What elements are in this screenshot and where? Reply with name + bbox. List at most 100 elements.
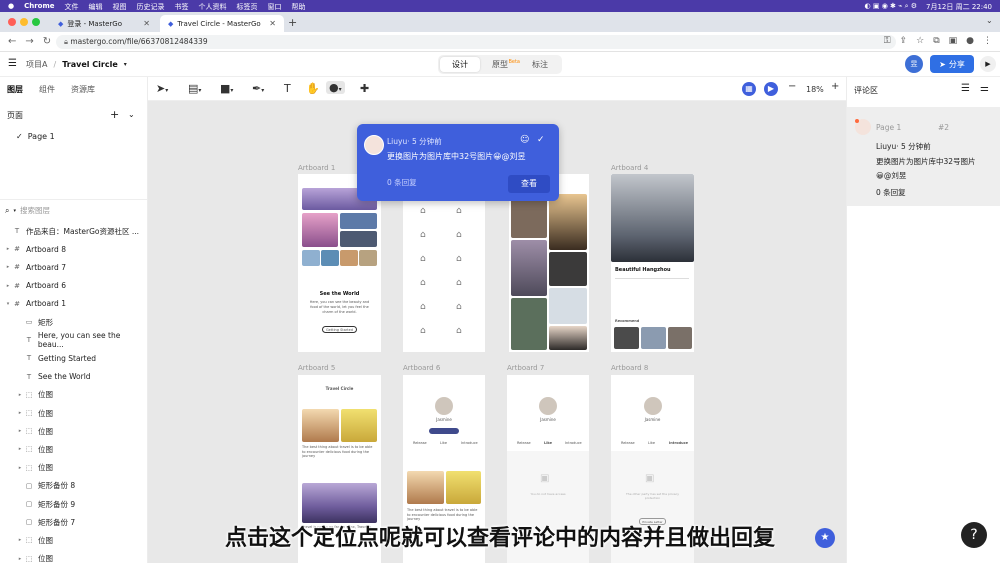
layer-row[interactable]: T 作品来自：MasterGo资源社区 ...: [0, 222, 148, 240]
artboard-label[interactable]: Artboard 6: [403, 364, 440, 372]
artboard-label[interactable]: Artboard 5: [298, 364, 335, 372]
search-input[interactable]: 搜索图层: [20, 205, 50, 216]
settings-sliders-icon[interactable]: ⚌: [980, 83, 989, 94]
zoom-level[interactable]: 18%: [806, 85, 824, 94]
menu-tabs[interactable]: 标签页: [237, 2, 258, 12]
layer-caret-icon[interactable]: ▸: [4, 283, 12, 289]
resolve-check-icon[interactable]: ✓: [537, 135, 545, 145]
apple-icon[interactable]: ●: [8, 2, 14, 12]
layer-row[interactable]: ▸ ⬚ 位图: [0, 404, 148, 422]
layer-row[interactable]: ▸ ⬚ 位图: [0, 440, 148, 458]
minimize-window-icon[interactable]: [20, 18, 28, 26]
profile-icon[interactable]: ●: [966, 36, 974, 46]
layer-row[interactable]: ▸ ⬚ 位图: [0, 459, 148, 477]
present-icon[interactable]: ▶: [764, 82, 778, 96]
share-page-icon[interactable]: ⇪: [900, 36, 908, 46]
comment-card[interactable]: Page 1 #2 Liuyu · 5 分钟前 更换图片为图片库中32号图片 😀@…: [847, 107, 1000, 206]
tab-components[interactable]: 组件: [39, 84, 55, 95]
layer-caret-icon[interactable]: ▸: [4, 246, 12, 252]
share-button[interactable]: ➤ 分享: [930, 55, 974, 73]
menu-view[interactable]: 视图: [113, 2, 127, 12]
layer-row[interactable]: ▸ # Artboard 6: [0, 277, 148, 295]
emoji-reaction-icon[interactable]: ☺: [520, 135, 529, 145]
zoom-in-icon[interactable]: +: [831, 81, 839, 92]
layer-row[interactable]: ▸ ⬚ 位图: [0, 386, 148, 404]
page-item[interactable]: ✓ Page 1: [16, 132, 55, 141]
mode-prototype[interactable]: 原型 Beta: [480, 57, 520, 72]
breadcrumb-project[interactable]: 项目A: [26, 59, 47, 70]
zoom-out-icon[interactable]: −: [788, 81, 796, 92]
bookmark-star-icon[interactable]: ☆: [916, 36, 924, 46]
layer-search[interactable]: ⌕ ▾ 搜索图层: [5, 205, 50, 216]
avatar[interactable]: 昱: [905, 55, 923, 73]
layer-row[interactable]: ▸ ⬚ 位图: [0, 422, 148, 440]
new-tab-icon[interactable]: +: [288, 16, 297, 29]
menu-file[interactable]: 文件: [65, 2, 79, 12]
layer-caret-icon[interactable]: ▸: [16, 446, 24, 452]
collapse-pages-icon[interactable]: ⌄: [128, 110, 135, 119]
tab-search-icon[interactable]: ⌄: [986, 16, 993, 25]
grid-icon[interactable]: ▦: [742, 82, 756, 96]
menu-profile[interactable]: 个人资料: [199, 2, 227, 12]
main-menu-icon[interactable]: ☰: [8, 58, 17, 69]
artboard-label[interactable]: Artboard 4: [611, 164, 648, 172]
extensions-icon[interactable]: ⧉: [933, 36, 939, 46]
artboard-4[interactable]: Beautiful Hangzhou Recommend: [611, 174, 694, 352]
play-icon[interactable]: ▶: [980, 56, 996, 72]
layer-caret-icon[interactable]: ▸: [16, 410, 24, 416]
menu-help[interactable]: 帮助: [292, 2, 306, 12]
close-tab-icon[interactable]: ✕: [269, 19, 276, 28]
shape-tool-icon[interactable]: ■▾: [220, 82, 233, 95]
mode-annotate[interactable]: 标注: [520, 57, 560, 72]
menu-history[interactable]: 历史记录: [137, 2, 165, 12]
layer-caret-icon[interactable]: ▸: [16, 556, 24, 562]
menu-window[interactable]: 窗口: [268, 2, 282, 12]
layer-caret-icon[interactable]: ▸: [4, 264, 12, 270]
chevron-down-icon[interactable]: ▾: [124, 61, 127, 68]
move-tool-icon[interactable]: ➤▾: [156, 82, 168, 95]
layer-caret-icon[interactable]: ▾: [4, 301, 12, 307]
url-field[interactable]: 🔒︎ mastergo.com/file/66370812484339: [56, 35, 896, 49]
hand-tool-icon[interactable]: ✋: [306, 82, 320, 95]
artboard-label[interactable]: Artboard 1: [298, 164, 335, 172]
forward-icon[interactable]: →: [25, 36, 33, 47]
layer-row[interactable]: T Here, you can see the beau...: [0, 331, 148, 349]
key-icon[interactable]: ⚿: [884, 36, 891, 46]
menu-chrome[interactable]: Chrome: [24, 2, 54, 12]
reload-icon[interactable]: ↻: [43, 36, 51, 47]
tab-library[interactable]: 资源库: [71, 84, 95, 95]
layer-caret-icon[interactable]: ▸: [16, 465, 24, 471]
layer-row[interactable]: T See the World: [0, 368, 148, 386]
comment-tool-icon[interactable]: ●▾: [326, 81, 345, 94]
back-icon[interactable]: ←: [8, 36, 16, 47]
close-window-icon[interactable]: [8, 18, 16, 26]
list-filter-icon[interactable]: ☰: [961, 83, 970, 94]
layer-row[interactable]: ▸ ⬚ 位图: [0, 550, 148, 568]
tab-layers[interactable]: 图层: [7, 84, 23, 95]
frame-tool-icon[interactable]: ▤▾: [188, 82, 201, 95]
layer-row[interactable]: ▸ # Artboard 8: [0, 240, 148, 258]
layer-row[interactable]: ▾ # Artboard 1: [0, 295, 148, 313]
pen-tool-icon[interactable]: ✒▾: [252, 82, 264, 95]
file-title[interactable]: Travel Circle: [62, 60, 118, 69]
layer-row[interactable]: ▢ 矩形备份 9: [0, 495, 148, 513]
browser-tab-login[interactable]: ◆ 登录 - MasterGo ✕: [50, 15, 158, 32]
layer-row[interactable]: ▭ 矩形: [0, 313, 148, 331]
maximize-window-icon[interactable]: [32, 18, 40, 26]
browser-tab-travel-circle[interactable]: ◆ Travel Circle - MasterGo ✕: [160, 15, 284, 32]
menu-bookmarks[interactable]: 书签: [175, 2, 189, 12]
view-comment-button[interactable]: 查看: [508, 175, 550, 193]
plugin-icon[interactable]: ✚: [360, 82, 369, 95]
artboard-label[interactable]: Artboard 8: [611, 364, 648, 372]
mode-design[interactable]: 设计: [440, 57, 480, 72]
comment-popup[interactable]: Liuyu · 5 分钟前 ☺ ✓ 更换图片为图片库中32号图片😀@刘昱 0 条回…: [357, 124, 559, 201]
add-page-icon[interactable]: +: [110, 108, 119, 121]
layer-row[interactable]: T Getting Started: [0, 349, 148, 367]
close-tab-icon[interactable]: ✕: [143, 19, 150, 28]
artboard-label[interactable]: Artboard 7: [507, 364, 544, 372]
layer-row[interactable]: ▸ # Artboard 7: [0, 258, 148, 276]
sidebar-icon[interactable]: ▣: [949, 36, 958, 46]
menu-edit[interactable]: 编辑: [89, 2, 103, 12]
more-icon[interactable]: ⋮: [983, 36, 992, 46]
layer-caret-icon[interactable]: ▸: [16, 428, 24, 434]
